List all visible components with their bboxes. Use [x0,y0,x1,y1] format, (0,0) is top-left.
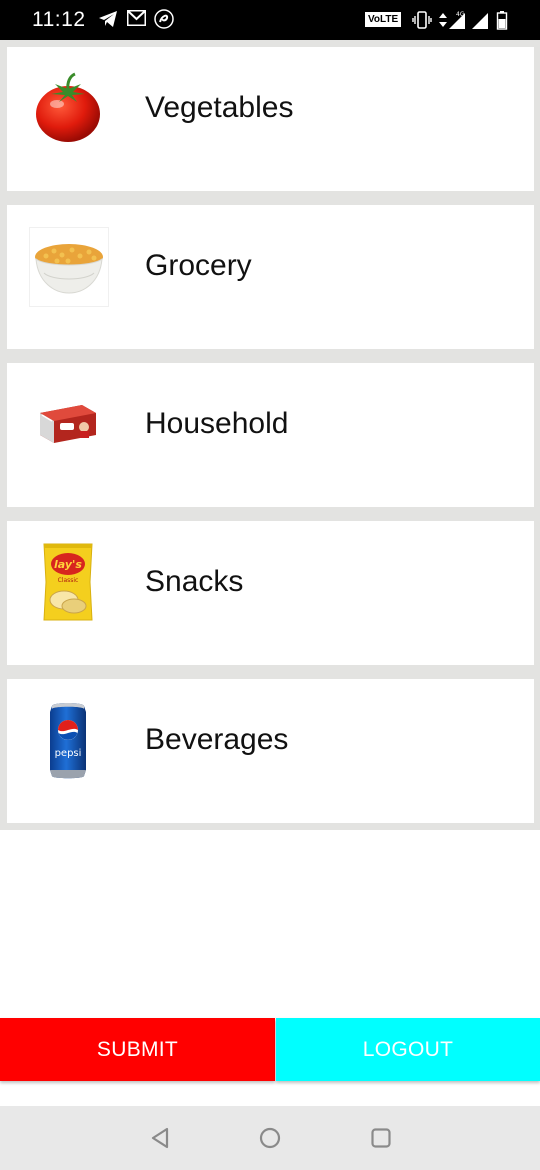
volte-badge: VoLTE [365,12,402,27]
category-label: Snacks [145,565,244,598]
category-card-beverages[interactable]: pepsi Beverages [7,679,534,823]
status-bar: 11:12 VoLTE 4G [0,0,540,40]
airtel-icon [154,9,174,29]
recents-icon[interactable] [367,1124,395,1152]
category-label: Household [145,407,289,440]
logout-button[interactable]: LOGOUT [276,1018,540,1081]
soda-can-icon: pepsi [29,701,107,779]
vibrate-icon [412,11,432,29]
category-card-vegetables[interactable]: Vegetables [7,47,534,191]
submit-button[interactable]: SUBMIT [0,1018,275,1081]
signal-icon [472,13,488,29]
svg-text:4G: 4G [456,11,465,18]
battery-icon [496,11,508,30]
svg-text:Classic: Classic [58,577,79,584]
svg-text:lay's: lay's [54,558,82,571]
category-card-household[interactable]: Household [7,363,534,507]
soap-box-icon [29,385,107,463]
category-card-grocery[interactable]: Grocery [7,205,534,349]
telegram-icon [99,11,117,27]
back-icon[interactable] [146,1124,174,1152]
gmail-icon [127,10,146,26]
status-time: 11:12 [32,8,86,31]
category-list[interactable]: Vegetables Grocery Household lay's Class… [0,40,540,830]
signal-4g-icon: 4G [449,11,465,29]
category-label: Beverages [145,723,289,756]
category-card-snacks[interactable]: lay's Classic Snacks [7,521,534,665]
data-arrows-icon [439,13,447,27]
chips-packet-icon: lay's Classic [29,543,107,621]
navigation-bar [0,1106,540,1170]
lentils-bowl-icon [29,227,109,307]
tomato-icon [29,69,107,147]
svg-text:pepsi: pepsi [55,748,82,759]
home-icon[interactable] [256,1124,284,1152]
category-label: Grocery [145,249,252,282]
category-label: Vegetables [145,91,294,124]
